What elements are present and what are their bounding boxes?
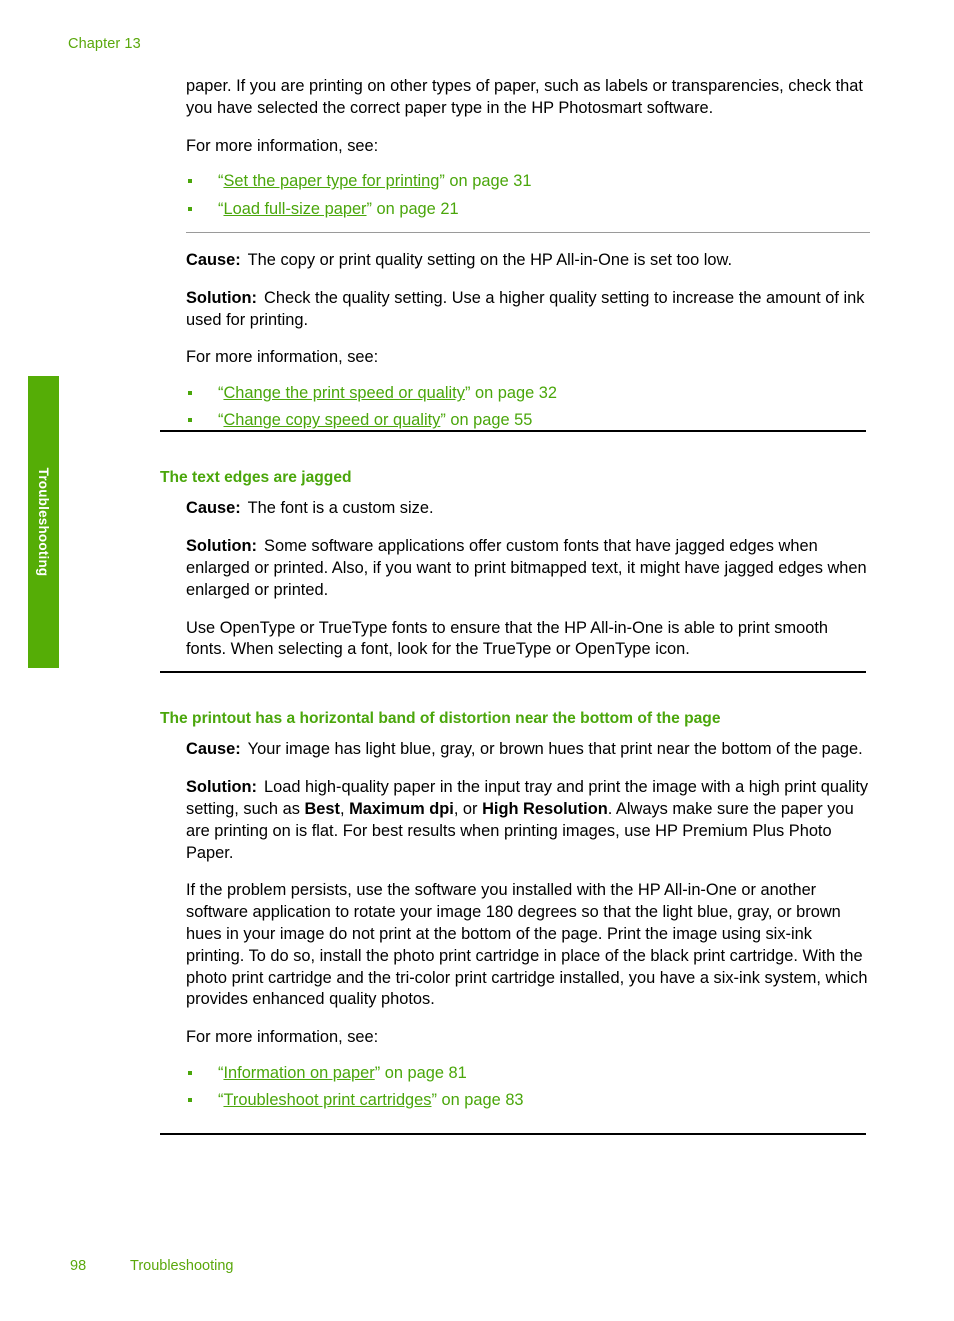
section-body: Cause: Your image has light blue, gray, o… [186,739,870,1111]
chapter-header: Chapter 13 [68,36,141,52]
solution-separator-2: , or [453,799,483,818]
list-item[interactable]: “Set the paper type for printing” on pag… [186,170,870,192]
solution-label: Solution: [186,288,258,307]
bullet-icon [188,206,192,211]
page-reference: ” on page 21 [366,199,459,218]
cause-paragraph: Cause: The copy or print quality setting … [186,250,870,272]
setting-best: Best [304,799,340,818]
solution-text: Some software applications offer custom … [186,537,867,599]
cause-text: The copy or print quality setting on the… [247,251,733,269]
footer-page-number: 98 [70,1258,87,1274]
intro-link-list: “Set the paper type for printing” on pag… [186,170,870,219]
list-item[interactable]: “Change the print speed or quality” on p… [186,382,870,404]
section-heading: The printout has a horizontal band of di… [160,710,721,727]
setting-maximum-dpi: Maximum dpi [349,799,454,818]
section-divider [160,1133,866,1135]
persistence-paragraph: If the problem persists, use the softwar… [186,881,868,1009]
page-reference: ” on page 83 [431,1091,524,1110]
quality-cause-solution-block: Cause: The copy or print quality setting … [186,250,870,444]
side-thumb-tab-label: Troubleshooting [36,467,52,577]
intro-block: paper. If you are printing on other type… [186,76,870,232]
solution-paragraph: Solution: Load high-quality paper in the … [186,777,870,864]
section-body: Cause: The font is a custom size. Solutio… [186,498,870,661]
list-item[interactable]: “Change copy speed or quality” on page 5… [186,409,870,431]
page-reference: ” on page 55 [440,411,533,430]
more-info-label: For more information, see: [186,348,379,367]
footer-section-title: Troubleshooting [130,1258,234,1274]
intro-more-info-label: For more information, see: [186,136,379,155]
cause-text: Your image has light blue, gray, or brow… [247,740,863,759]
list-item[interactable]: “Information on paper” on page 81 [186,1062,870,1084]
solution-label: Solution: [186,778,258,797]
page-reference: ” on page 81 [374,1064,467,1083]
cause-paragraph: Cause: Your image has light blue, gray, o… [186,739,870,761]
additional-paragraph: Use OpenType or TrueType fonts to ensure… [186,618,829,659]
page-reference: ” on page 32 [464,384,557,403]
divider-thin [186,232,870,233]
bullet-icon [188,1071,192,1076]
solution-separator-1: , [339,799,350,818]
solution-paragraph: Solution: Some software applications offe… [186,536,870,601]
cross-reference-link[interactable]: Change the print speed or quality [223,384,464,402]
solution-text: Check the quality setting. Use a higher … [186,288,865,329]
quality-link-list: “Change the print speed or quality” on p… [186,382,870,431]
more-info-label: For more information, see: [186,1028,379,1047]
section-divider [160,671,866,673]
cross-reference-link[interactable]: Load full-size paper [223,200,366,218]
bullet-icon [188,391,192,396]
document-page: Chapter 13 Troubleshooting paper. If you… [0,0,954,1321]
cause-label: Cause: [186,740,241,759]
solution-label: Solution: [186,537,258,556]
cause-label: Cause: [186,251,241,269]
list-item[interactable]: “Load full-size paper” on page 21 [186,198,870,220]
page-reference: ” on page 31 [439,172,532,191]
section-text-edges-jagged: The text edges are jagged Cause: The font… [160,468,870,677]
list-item[interactable]: “Troubleshoot print cartridges” on page … [186,1089,870,1111]
page-footer: 98 Troubleshooting [0,1258,954,1282]
section-heading: The text edges are jagged [160,469,352,486]
bullet-icon [188,418,192,423]
cross-reference-link[interactable]: Change copy speed or quality [223,411,440,429]
cause-text: The font is a custom size. [247,499,434,518]
side-thumb-tab: Troubleshooting [28,376,59,668]
bullet-icon [188,1098,192,1103]
setting-high-resolution: High Resolution [482,799,608,818]
section-horizontal-band: The printout has a horizontal band of di… [160,709,872,1123]
cross-reference-link[interactable]: Troubleshoot print cartridges [223,1091,431,1109]
solution-paragraph: Solution: Check the quality setting. Use … [186,288,870,332]
section-divider [160,430,866,432]
cross-reference-link[interactable]: Information on paper [223,1064,374,1082]
band-link-list: “Information on paper” on page 81 “Troub… [186,1062,870,1111]
bullet-icon [188,179,192,184]
intro-paragraph: paper. If you are printing on other type… [186,77,863,117]
cross-reference-link[interactable]: Set the paper type for printing [223,172,439,190]
cause-paragraph: Cause: The font is a custom size. [186,498,870,520]
cause-label: Cause: [186,499,241,518]
